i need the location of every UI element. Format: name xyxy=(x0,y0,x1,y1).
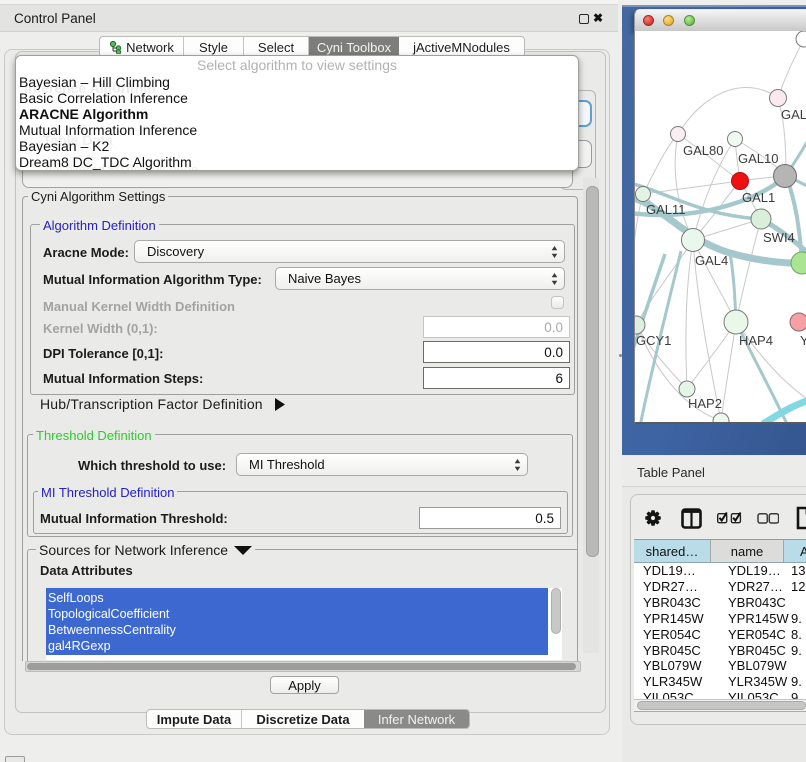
svg-text:HAP4: HAP4 xyxy=(739,333,773,348)
svg-text:GAL80: GAL80 xyxy=(683,143,723,158)
svg-text:GAL1: GAL1 xyxy=(742,190,775,205)
svg-text:SWI4: SWI4 xyxy=(763,230,795,245)
svg-text:Y: Y xyxy=(800,333,806,348)
svg-text:HAP2: HAP2 xyxy=(688,396,722,411)
svg-text:GAL11: GAL11 xyxy=(646,202,686,217)
svg-text:GAL: GAL xyxy=(781,107,806,122)
svg-text:GCY1: GCY1 xyxy=(636,333,671,348)
svg-text:GAL10: GAL10 xyxy=(738,151,778,166)
svg-text:GAL4: GAL4 xyxy=(695,253,728,268)
